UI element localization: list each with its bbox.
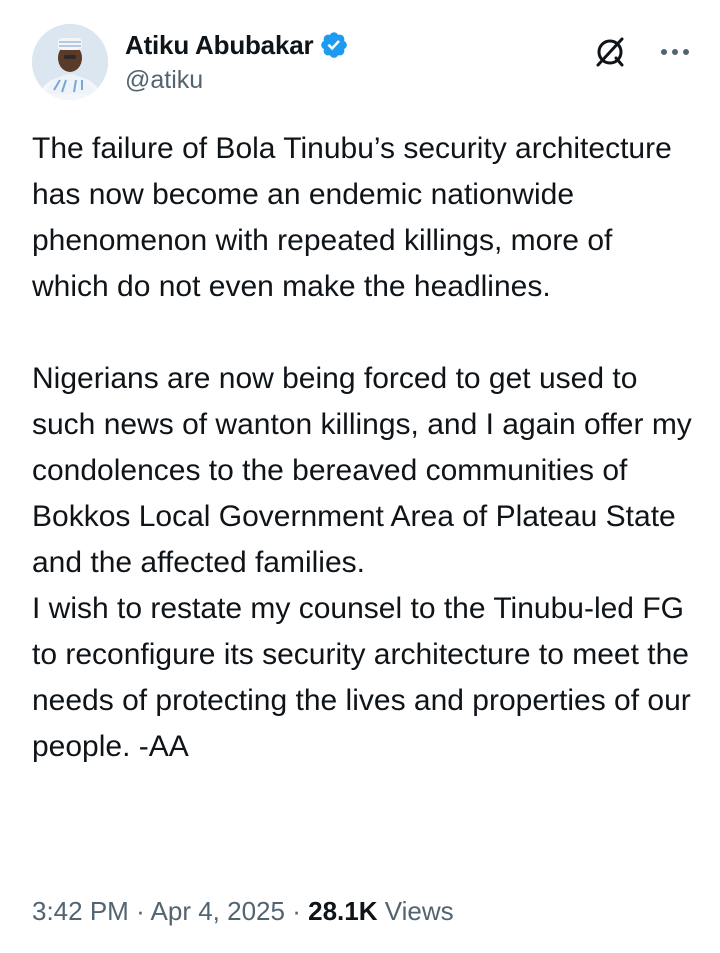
avatar[interactable] [32,24,108,100]
author-info: Atiku Abubakar @atiku [125,28,349,95]
views-label: Views [384,896,454,926]
handle[interactable]: @atiku [125,66,349,95]
views-count: 28.1K [308,896,378,926]
tweet-text: The failure of Bola Tinubu’s security ar… [32,126,692,770]
avatar-image [32,24,108,100]
more-options-icon[interactable] [658,37,692,67]
tweet-header: Atiku Abubakar @atiku [32,24,692,104]
name-row: Atiku Abubakar [125,28,349,62]
tweet: Atiku Abubakar @atiku The failure of Bol… [0,0,720,953]
tweet-paragraph: Nigerians are now being forced to get us… [32,362,692,579]
meta-separator: · [136,896,145,926]
verified-badge-icon [319,30,349,60]
tweet-meta: 3:42 PM · Apr 4, 2025 · 28.1K Views [32,893,454,929]
tweet-paragraph: I wish to restate my counsel to the Tinu… [32,592,691,763]
tweet-paragraph: The failure of Bola Tinubu’s security ar… [32,132,672,303]
timestamp-time[interactable]: 3:42 PM [32,896,129,926]
timestamp-date[interactable]: Apr 4, 2025 [151,896,285,926]
grok-icon[interactable] [592,34,628,70]
meta-separator: · [292,896,301,926]
display-name[interactable]: Atiku Abubakar [125,30,314,61]
